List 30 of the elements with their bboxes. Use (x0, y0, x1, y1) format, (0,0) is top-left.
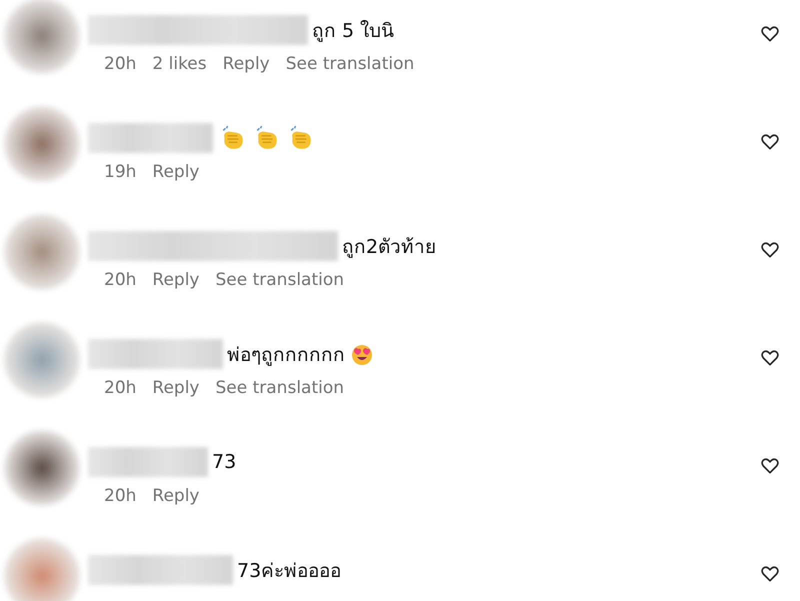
comment-time: 20h (104, 378, 136, 398)
heart-icon[interactable] (760, 456, 780, 476)
comment-action-link[interactable]: See translation (286, 54, 414, 74)
avatar-placeholder[interactable] (4, 0, 80, 74)
comment-text: ถูก2ตัวท้าย (342, 235, 436, 260)
comment-time: 19h (104, 162, 136, 182)
comment-time: 20h (104, 486, 136, 506)
comment-text: พ่อๆถูกกกกกก (227, 343, 345, 368)
comment-action-link[interactable]: Reply (152, 162, 200, 182)
heart-icon[interactable] (760, 132, 780, 152)
comment-action-link[interactable]: See translation (216, 270, 344, 290)
avatar-placeholder[interactable] (4, 106, 80, 182)
heart-icon[interactable] (760, 564, 780, 584)
comment-action-link[interactable]: 2 likes (152, 54, 207, 74)
comment-action-link[interactable]: Reply (152, 270, 200, 290)
heart-eyes-face-icon (350, 342, 374, 366)
comment-action-link[interactable]: See translation (216, 378, 344, 398)
comment-text: ถูก 5 ใบนิ (312, 19, 394, 44)
avatar-placeholder[interactable] (4, 538, 80, 601)
avatar-placeholder[interactable] (4, 430, 80, 506)
comment-action-link[interactable]: Reply (152, 486, 200, 506)
comment-text: 73 (212, 451, 236, 473)
comment-time: 20h (104, 54, 136, 74)
comment-action-link[interactable]: Reply (152, 378, 200, 398)
comment-action-link[interactable]: Reply (222, 54, 270, 74)
heart-icon[interactable] (760, 24, 780, 44)
comment-time: 20h (104, 270, 136, 290)
comment-text: 73ค่ะพ่ออออ (237, 559, 342, 584)
heart-icon[interactable] (760, 240, 780, 260)
heart-icon[interactable] (760, 348, 780, 368)
